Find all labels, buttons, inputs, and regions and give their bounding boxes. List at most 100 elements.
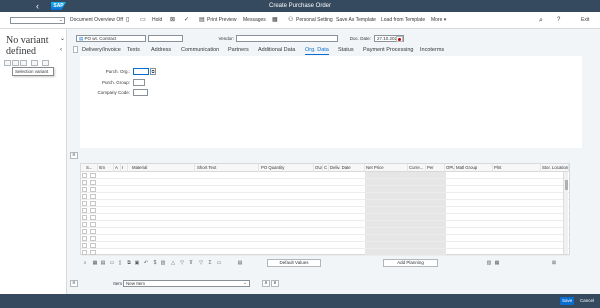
exit-button[interactable]: Exit	[581, 12, 589, 29]
column-header-item[interactable]: Itm	[98, 164, 114, 172]
table-row[interactable]	[81, 200, 569, 207]
table-vertical-scrollbar[interactable]	[563, 172, 568, 254]
column-header-stor-location[interactable]: Stor. Location	[541, 164, 569, 172]
messages-button[interactable]: Messages	[243, 12, 266, 29]
table-row[interactable]	[81, 228, 569, 235]
document-number-field[interactable]	[148, 35, 183, 42]
personal-setting-button[interactable]: Personal Setting	[296, 12, 333, 29]
print-preview-button[interactable]: Print Preview	[207, 12, 236, 29]
cancel-button[interactable]: Cancel	[578, 297, 596, 305]
select-all-icon[interactable]: ▦	[92, 260, 98, 266]
subtotal-icon[interactable]: ▭	[216, 260, 222, 266]
filter-button[interactable]	[42, 60, 49, 66]
save-as-template-button[interactable]: Save As Template	[336, 12, 376, 29]
column-header-plant[interactable]: Plnt	[493, 164, 541, 172]
filter-icon[interactable]: ⊽	[188, 260, 194, 266]
sort-ascending-icon[interactable]: △	[170, 260, 176, 266]
tick-icon[interactable]: ✓	[184, 12, 189, 29]
default-values-button[interactable]: Default Values	[267, 259, 321, 267]
row-selector[interactable]	[82, 208, 87, 213]
selection-variant-button[interactable]	[4, 60, 11, 66]
scrollbar-thumb[interactable]	[565, 180, 568, 190]
table-row[interactable]	[81, 179, 569, 186]
column-header-short-text[interactable]: Short Text	[195, 164, 259, 172]
save-button[interactable]: Save	[560, 297, 575, 305]
table-row[interactable]	[81, 235, 569, 242]
document-overview-off-button[interactable]: Document Overview Off	[70, 12, 123, 29]
row-selector[interactable]	[82, 194, 87, 199]
row-selector[interactable]	[82, 236, 87, 241]
purch-group-field[interactable]	[133, 79, 145, 86]
column-header-net-price[interactable]: Net Price	[365, 164, 408, 172]
table-row[interactable]	[81, 172, 569, 179]
vendor-field[interactable]	[236, 35, 338, 42]
add-planning-button[interactable]: Add Planning	[383, 259, 438, 267]
tab-partners[interactable]: Partners	[228, 46, 249, 54]
undo-icon[interactable]: ↶	[143, 260, 149, 266]
table-row[interactable]	[81, 242, 569, 249]
next-item-button[interactable]: ∨	[271, 280, 279, 287]
hold-button[interactable]: Hold	[152, 12, 162, 29]
export-icon[interactable]: ▤	[237, 260, 243, 266]
column-header-per[interactable]: Per	[426, 164, 445, 172]
deselect-all-icon[interactable]: ▤	[100, 260, 106, 266]
tab-texts[interactable]: Texts	[127, 46, 140, 54]
row-selector[interactable]	[82, 173, 87, 178]
tabs-scroll-left-icon[interactable]	[73, 46, 78, 53]
search-icon[interactable]: ⌕	[539, 12, 543, 29]
purch-org-field[interactable]	[133, 68, 149, 75]
tab-org-data[interactable]: Org. Data	[305, 46, 329, 55]
chevron-down-icon[interactable]: ⌄	[60, 35, 65, 42]
row-selector[interactable]	[82, 243, 87, 248]
column-header-opu[interactable]: OPU	[445, 164, 455, 172]
company-code-field[interactable]	[133, 89, 148, 96]
table-row[interactable]	[81, 214, 569, 221]
table-row[interactable]	[81, 193, 569, 200]
collapse-icon[interactable]: ‹	[60, 47, 62, 53]
tree-button[interactable]	[20, 60, 27, 66]
row-selector[interactable]	[82, 215, 87, 220]
document-type-select[interactable]: ▤ PO wt. Contract	[76, 35, 146, 42]
tab-communication[interactable]: Communication	[181, 46, 219, 54]
table-row[interactable]	[81, 186, 569, 193]
item-select[interactable]: New Item ⌄	[123, 280, 250, 287]
help-icon[interactable]: ?	[557, 12, 560, 29]
column-header-currency[interactable]: Curre...	[408, 164, 426, 172]
column-header-status[interactable]: S...	[81, 164, 98, 172]
tab-incoterms[interactable]: Incoterms	[420, 46, 444, 54]
table-row[interactable]	[81, 221, 569, 228]
value-help-icon[interactable]: ⧉	[150, 68, 156, 75]
grid-settings-icon[interactable]: ≡	[70, 152, 78, 159]
row-selector[interactable]	[82, 222, 87, 227]
details-icon[interactable]: ⌕	[82, 260, 88, 266]
tab-payment-processing[interactable]: Payment Processing	[363, 46, 413, 54]
column-header-material[interactable]: Material	[128, 164, 195, 172]
planning-detail-icon[interactable]: ▦	[494, 260, 500, 266]
new-document-icon[interactable]: ▯	[126, 12, 129, 29]
filter-down-icon[interactable]: ▽	[198, 260, 204, 266]
column-header-deliv-date[interactable]: Deliv. Date	[329, 164, 365, 172]
row-selector[interactable]	[82, 229, 87, 234]
total-icon[interactable]: Σ	[207, 260, 213, 266]
load-from-template-button[interactable]: Load from Template	[381, 12, 425, 29]
copy-icon[interactable]: ⧉	[126, 260, 132, 266]
column-header-oun[interactable]: OUn	[314, 164, 323, 172]
previous-item-button[interactable]: ∧	[262, 280, 270, 287]
check-icon[interactable]: ⊠	[170, 12, 175, 29]
row-selector[interactable]	[82, 201, 87, 206]
column-header-category[interactable]: I	[121, 164, 128, 172]
table-config-icon[interactable]: ▥	[160, 260, 166, 266]
sort-descending-icon[interactable]: ▽	[179, 260, 185, 266]
row-selector[interactable]	[82, 250, 87, 255]
paste-icon[interactable]: ▣	[134, 260, 140, 266]
open-document-icon[interactable]: ▭	[140, 12, 146, 29]
insert-row-icon[interactable]: ▭	[109, 260, 115, 266]
table-row[interactable]	[81, 207, 569, 214]
toolbar-select[interactable]: ⌄	[10, 17, 65, 24]
delete-row-icon[interactable]: ▯	[117, 260, 123, 266]
grid-icon[interactable]: ▦	[272, 12, 278, 29]
column-header-matl-group[interactable]: Matl Group	[455, 164, 493, 172]
column-header-account[interactable]: A	[114, 164, 121, 172]
table-row[interactable]	[81, 249, 569, 256]
tab-address[interactable]: Address	[151, 46, 171, 54]
